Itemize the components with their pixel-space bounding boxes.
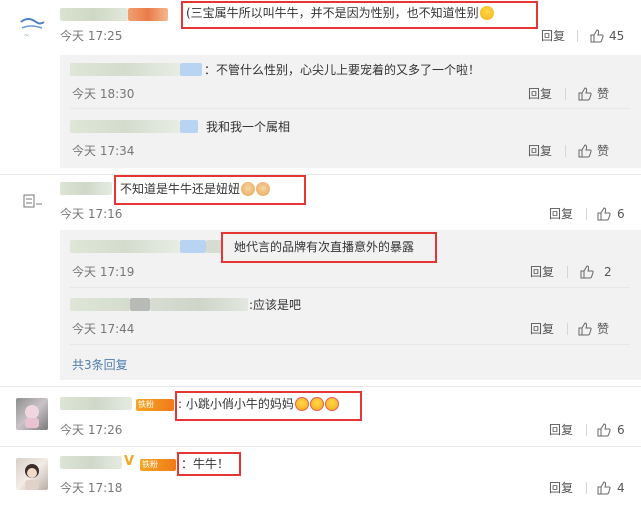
username-blurred[interactable] (128, 8, 168, 21)
like-label: 赞 (597, 144, 610, 158)
reply-button[interactable]: 回复 (549, 481, 573, 495)
reply-divider (70, 108, 630, 109)
avatar-photo-icon (25, 464, 39, 490)
username-blurred[interactable] (70, 120, 180, 133)
username-blurred[interactable] (206, 240, 222, 253)
highlight-box (114, 175, 306, 205)
avatar-photo-icon (25, 405, 39, 428)
like-label: 赞 (597, 322, 610, 336)
action-separator (586, 208, 587, 220)
action-separator (567, 323, 568, 335)
fan-badge[interactable]: 铁粉 (140, 459, 176, 471)
highlight-box (175, 391, 362, 421)
avatar[interactable] (16, 458, 48, 490)
avatar[interactable]: ~ (16, 10, 48, 42)
reply-time: 今天 17:19 (72, 265, 135, 279)
username-blurred[interactable] (70, 240, 180, 253)
action-separator (567, 266, 568, 278)
comment-time: 今天 17:25 (60, 29, 123, 43)
reply-text: :应该是吧 (249, 298, 302, 312)
reply-button[interactable]: 回复 (549, 423, 573, 437)
avatar[interactable] (16, 186, 48, 218)
thumbs-up-icon[interactable] (597, 423, 611, 437)
thumbs-up-icon[interactable] (597, 207, 611, 221)
thumbs-up-icon[interactable] (578, 144, 592, 158)
username-blurred[interactable] (180, 120, 198, 133)
svg-text:~: ~ (24, 32, 29, 39)
reply-time: 今天 17:34 (72, 144, 135, 158)
reply-text: ：不管什么性别，心尖儿上要宠着的又多了一个啦！ (204, 63, 481, 77)
like-count: 4 (617, 481, 625, 495)
fan-badge[interactable]: 铁粉 (136, 399, 174, 411)
comment-divider (0, 446, 641, 447)
like-count: 6 (617, 423, 625, 437)
reply-button[interactable]: 回复 (549, 207, 573, 221)
username-blurred[interactable] (60, 182, 112, 195)
username-blurred[interactable] (60, 456, 122, 469)
reply-time: 今天 18:30 (72, 87, 135, 101)
thumbs-up-icon[interactable] (580, 265, 594, 279)
reply-button[interactable]: 回复 (541, 29, 565, 43)
highlight-box (177, 452, 241, 476)
more-replies-link[interactable]: 共3条回复 (72, 358, 128, 372)
comment-divider (0, 386, 641, 387)
username-blurred[interactable] (180, 240, 206, 253)
reply-text: 我和我一个属相 (206, 120, 291, 134)
username-blurred[interactable] (60, 397, 132, 410)
username-blurred[interactable] (60, 8, 128, 21)
thumbs-up-icon[interactable] (590, 29, 604, 43)
avatar-logo-icon: ~ (20, 18, 45, 39)
action-separator (577, 30, 578, 42)
comment-time: 今天 17:16 (60, 207, 123, 221)
thumbs-up-icon[interactable] (578, 87, 592, 101)
username-blurred[interactable] (150, 298, 248, 311)
thumbs-up-icon[interactable] (597, 481, 611, 495)
action-separator (586, 482, 587, 494)
reply-button[interactable]: 回复 (530, 265, 554, 279)
comment-time: 今天 17:26 (60, 423, 123, 437)
highlight-box (181, 1, 538, 29)
reply-time: 今天 17:44 (72, 322, 135, 336)
like-count: 2 (604, 265, 612, 279)
thumbs-up-icon[interactable] (578, 322, 592, 336)
like-count: 45 (609, 29, 625, 43)
username-blurred[interactable] (130, 298, 150, 311)
action-separator (565, 88, 566, 100)
reply-divider (70, 287, 630, 288)
like-label: 赞 (597, 87, 610, 101)
avatar[interactable] (16, 398, 48, 430)
reply-button[interactable]: 回复 (528, 87, 552, 101)
like-count: 6 (617, 207, 625, 221)
action-separator (586, 424, 587, 436)
verified-v-icon: V (124, 454, 135, 469)
comment-divider (0, 174, 641, 175)
action-separator (565, 145, 566, 157)
avatar-logo-icon (23, 194, 42, 208)
username-blurred[interactable] (180, 63, 202, 76)
comment-time: 今天 17:18 (60, 481, 123, 495)
reply-divider (70, 344, 630, 345)
highlight-box (221, 232, 437, 263)
username-blurred[interactable] (70, 63, 180, 76)
username-blurred[interactable] (70, 298, 130, 311)
reply-button[interactable]: 回复 (530, 322, 554, 336)
reply-button[interactable]: 回复 (528, 144, 552, 158)
